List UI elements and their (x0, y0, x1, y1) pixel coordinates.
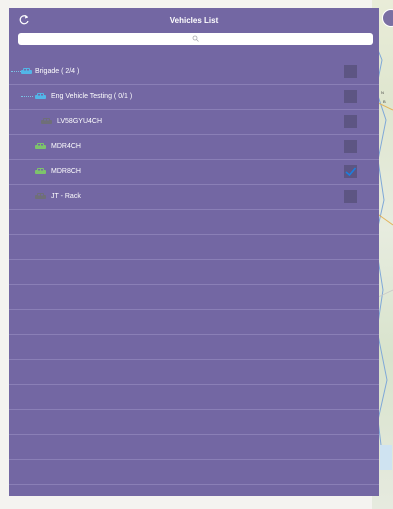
map-control-button[interactable] (382, 9, 393, 27)
search-bar[interactable] (18, 33, 373, 45)
panel-header: Vehicles List (9, 8, 379, 33)
tree-connector (21, 96, 33, 98)
list-item[interactable]: JT - Rack (9, 185, 379, 210)
page-title: Vehicles List (169, 16, 219, 25)
car-group-icon (35, 93, 46, 99)
list-item[interactable]: MDR4CH (9, 135, 379, 160)
list-item[interactable]: LV58GYU4CH (9, 110, 379, 135)
vehicle-label: MDR4CH (51, 143, 81, 150)
empty-row (9, 385, 379, 410)
map-label: B (383, 99, 386, 104)
vehicle-label: MDR8CH (51, 168, 81, 175)
vehicle-checkbox[interactable] (344, 115, 357, 128)
search-input[interactable] (18, 33, 373, 45)
vehicle-checkbox[interactable] (344, 190, 357, 203)
car-group-icon (21, 68, 32, 74)
empty-row (9, 360, 379, 385)
empty-row (9, 410, 379, 435)
empty-row (9, 285, 379, 310)
empty-row (9, 335, 379, 360)
vehicle-list: Brigade ( 2/4 ) Eng Vehicle Testing ( 0/… (9, 60, 379, 496)
empty-row (9, 260, 379, 285)
vehicle-checkbox[interactable] (344, 90, 357, 103)
list-item[interactable]: MDR8CH (9, 160, 379, 185)
vehicle-checkbox[interactable] (344, 140, 357, 153)
vehicles-panel: Vehicles List Brigade ( 2/4 ) Eng Vehicl… (9, 8, 379, 496)
empty-row (9, 485, 379, 496)
list-item[interactable]: Eng Vehicle Testing ( 0/1 ) (9, 85, 379, 110)
vehicle-label: LV58GYU4CH (57, 118, 103, 125)
vehicle-checkbox[interactable] (344, 165, 357, 178)
vehicle-label: Eng Vehicle Testing ( 0/1 ) (51, 93, 133, 100)
empty-row (9, 210, 379, 235)
vehicle-label: Brigade ( 2/4 ) (35, 68, 80, 75)
empty-row (9, 460, 379, 485)
car-inactive-icon (35, 193, 46, 199)
vehicle-checkbox[interactable] (344, 65, 357, 78)
car-active-icon (35, 168, 46, 174)
car-active-icon (35, 143, 46, 149)
empty-row (9, 310, 379, 335)
checkmark-icon (345, 167, 357, 177)
map-label: N (381, 90, 384, 95)
empty-row (9, 235, 379, 260)
list-item[interactable]: Brigade ( 2/4 ) (9, 60, 379, 85)
empty-row (9, 435, 379, 460)
vehicle-label: JT - Rack (51, 193, 81, 200)
car-inactive-icon (41, 118, 52, 124)
